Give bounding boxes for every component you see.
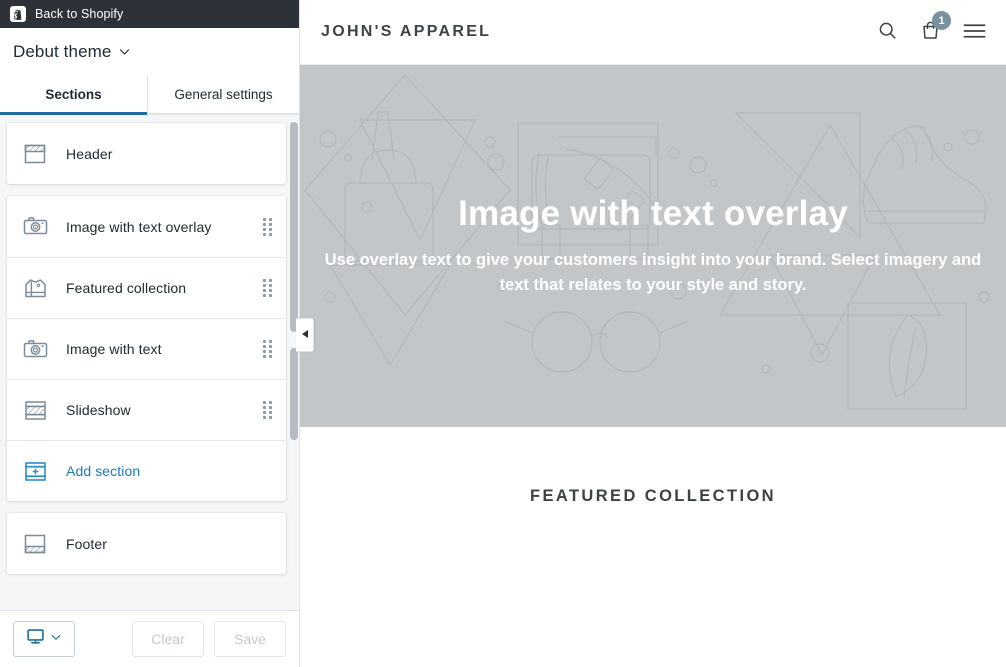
cart-count-badge: 1 <box>932 11 951 30</box>
camera-icon <box>20 212 50 242</box>
add-section-label: Add section <box>66 463 272 479</box>
sidebar-item-slideshow[interactable]: Slideshow <box>7 379 286 440</box>
hamburger-menu-icon <box>963 22 986 43</box>
desktop-monitor-icon <box>26 627 45 651</box>
sidebar-item-label: Image with text overlay <box>66 219 262 235</box>
drag-handle-icon[interactable] <box>262 401 272 419</box>
theme-name-label: Debut theme <box>13 42 111 62</box>
section-group-footer: Footer <box>7 513 286 574</box>
chevron-down-icon <box>50 630 62 648</box>
sidebar-collapse-toggle[interactable] <box>296 318 314 352</box>
add-section-icon <box>20 456 50 486</box>
search-icon <box>877 20 898 44</box>
store-header: JOHN'S APPAREL <box>300 0 1006 65</box>
triangle-left-icon <box>301 326 309 344</box>
back-to-shopify-label: Back to Shopify <box>35 7 123 21</box>
sidebar-item-footer[interactable]: Footer <box>7 513 286 574</box>
search-button[interactable] <box>877 20 898 44</box>
sidebar-item-label: Header <box>66 146 272 162</box>
back-to-shopify-bar[interactable]: Back to Shopify <box>0 0 299 28</box>
sidebar-item-label: Featured collection <box>66 280 262 296</box>
hero-title: Image with text overlay <box>314 193 992 234</box>
editor-footer-bar: Clear Save <box>0 610 299 667</box>
sidebar-item-featured-collection[interactable]: Featured collection <box>7 257 286 318</box>
header-layout-icon <box>20 139 50 169</box>
drag-handle-icon[interactable] <box>262 279 272 297</box>
drag-handle-icon[interactable] <box>262 218 272 236</box>
clear-button[interactable]: Clear <box>132 621 204 657</box>
footer-layout-icon <box>20 529 50 559</box>
hero-content: Image with text overlay Use overlay text… <box>300 193 1006 298</box>
store-preview: JOHN'S APPAREL <box>300 0 1006 667</box>
hero-image-with-text-overlay[interactable]: Image with text overlay Use overlay text… <box>300 65 1006 427</box>
slideshow-icon <box>20 395 50 425</box>
sidebar-item-label: Image with text <box>66 341 262 357</box>
sidebar-tabs: Sections General settings <box>0 75 299 115</box>
tab-sections-label: Sections <box>45 87 101 102</box>
sidebar-scrollbar-upper[interactable] <box>290 122 298 332</box>
cart-button[interactable]: 1 <box>920 20 941 44</box>
featured-collection-title: FEATURED COLLECTION <box>300 487 1006 506</box>
sections-list: Header Image with text ove <box>0 115 299 610</box>
store-name: JOHN'S APPAREL <box>321 23 491 41</box>
theme-selector[interactable]: Debut theme <box>0 28 299 75</box>
section-group-body: Image with text overlay Featured collect… <box>7 196 286 501</box>
sidebar-item-image-with-text[interactable]: Image with text <box>7 318 286 379</box>
featured-collection-section: FEATURED COLLECTION <box>300 427 1006 506</box>
section-group-header: Header <box>7 123 286 184</box>
tab-sections[interactable]: Sections <box>0 75 147 114</box>
menu-button[interactable] <box>963 22 986 43</box>
device-preview-selector[interactable] <box>13 621 75 657</box>
camera-icon <box>20 334 50 364</box>
sidebar-scrollbar-lower[interactable] <box>290 348 298 440</box>
sidebar-item-header[interactable]: Header <box>7 123 286 184</box>
store-header-actions: 1 <box>877 20 986 44</box>
add-section-button[interactable]: Add section <box>7 440 286 501</box>
tab-general-settings-label: General settings <box>174 87 272 102</box>
tab-general-settings[interactable]: General settings <box>147 75 299 114</box>
theme-editor-app: Back to Shopify Debut theme Sections Gen… <box>0 0 1006 667</box>
sidebar-item-label: Slideshow <box>66 402 262 418</box>
hero-subtitle: Use overlay text to give your customers … <box>318 248 988 299</box>
sidebar-item-label: Footer <box>66 536 272 552</box>
save-button[interactable]: Save <box>214 621 286 657</box>
shirt-icon <box>20 273 50 303</box>
shopify-bag-icon <box>10 6 26 22</box>
sidebar-item-image-with-text-overlay[interactable]: Image with text overlay <box>7 196 286 257</box>
editor-sidebar: Back to Shopify Debut theme Sections Gen… <box>0 0 300 667</box>
drag-handle-icon[interactable] <box>262 340 272 358</box>
chevron-down-icon <box>118 45 131 58</box>
